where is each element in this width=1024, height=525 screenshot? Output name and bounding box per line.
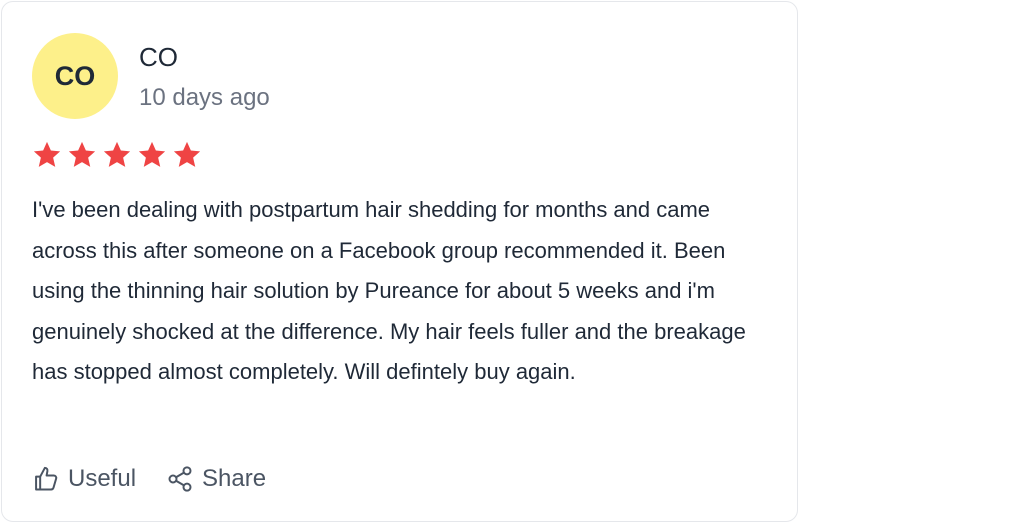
star-icon [173,141,201,167]
star-icon [68,141,96,167]
useful-button[interactable]: Useful [32,462,136,496]
reviewer-name: CO [139,42,178,72]
review-date: 10 days ago [139,84,270,111]
star-rating [32,140,202,170]
share-label: Share [202,465,267,492]
avatar: CO [32,33,118,119]
review-card: CO CO 10 days ago I've been dealing with… [1,1,798,522]
review-text: I've been dealing with postpartum hair s… [32,197,746,385]
thumbs-up-icon [35,466,58,491]
star-icon [33,141,61,167]
review-actions: Useful Share [32,462,266,496]
star-icon [103,141,131,167]
share-button[interactable]: Share [166,462,266,496]
useful-label: Useful [68,465,137,492]
share-icon [168,466,192,492]
star-icon [138,141,166,167]
